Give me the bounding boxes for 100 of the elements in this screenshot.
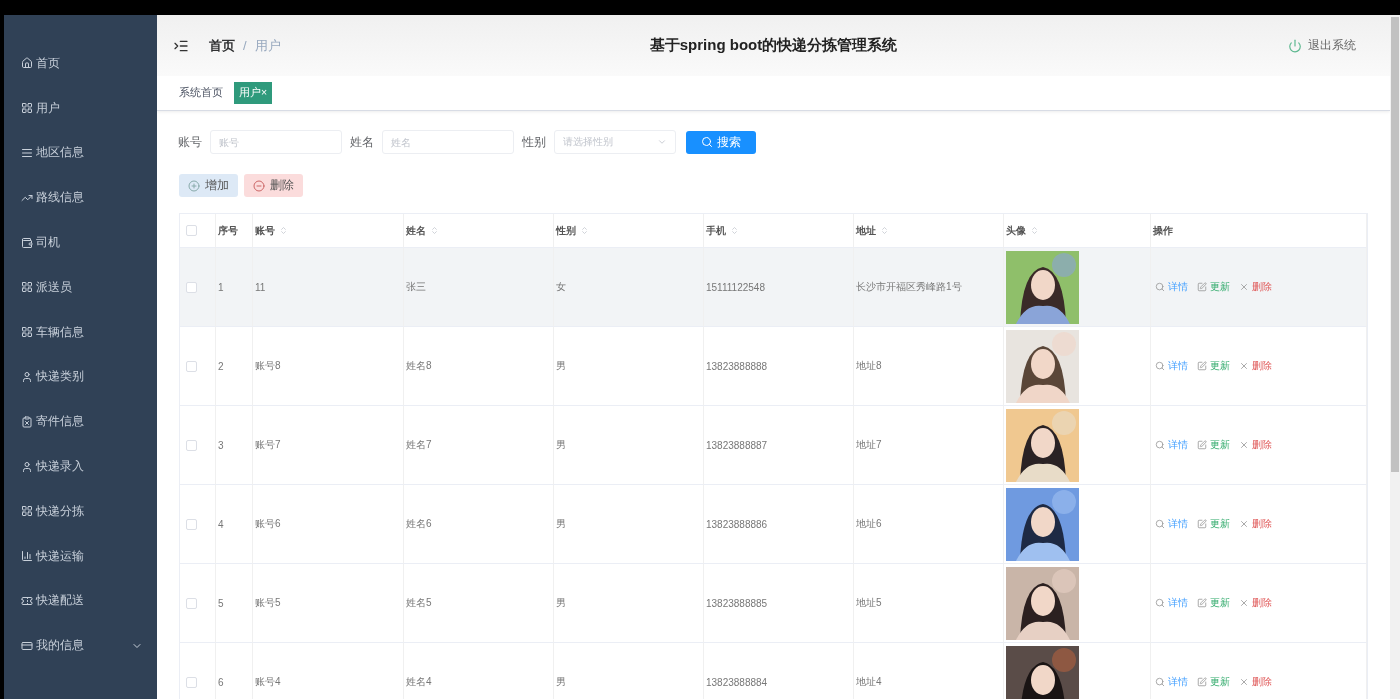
search-icon bbox=[1155, 519, 1165, 529]
table-cell: 男 bbox=[556, 359, 566, 373]
table-row[interactable]: 3 账号7 姓名7 男 13823888887 地址7 详情 更新 删除 bbox=[180, 406, 1367, 485]
close-icon bbox=[1239, 677, 1249, 687]
table-cell: 姓名5 bbox=[406, 596, 432, 610]
sort-icon[interactable] bbox=[730, 226, 739, 235]
search-icon bbox=[701, 136, 713, 148]
edit-icon bbox=[1197, 598, 1207, 608]
table-cell: 张三 bbox=[406, 280, 426, 294]
table-cell: 15111122548 bbox=[706, 281, 765, 293]
grid-icon bbox=[21, 326, 33, 339]
sidebar-item[interactable]: 首页 bbox=[4, 41, 157, 86]
table-cell: 2 bbox=[218, 360, 224, 372]
home-icon bbox=[21, 57, 33, 70]
sidebar-item[interactable]: 我的信息 bbox=[4, 623, 157, 669]
table-cell: 男 bbox=[556, 517, 566, 531]
table-cell: 姓名6 bbox=[406, 517, 432, 531]
sidebar-item[interactable]: 快递配送 bbox=[4, 578, 157, 624]
update-link[interactable]: 更新 bbox=[1197, 280, 1230, 294]
delete-link[interactable]: 删除 bbox=[1239, 675, 1272, 689]
sidebar-item[interactable]: 快递运输 bbox=[4, 533, 157, 579]
list-icon bbox=[21, 147, 33, 159]
sidebar-item[interactable]: 用户 bbox=[4, 85, 157, 131]
update-link[interactable]: 更新 bbox=[1197, 675, 1230, 689]
tab[interactable]: 系统首页 bbox=[174, 82, 228, 104]
checkbox[interactable] bbox=[186, 518, 197, 530]
table-cell: 4 bbox=[218, 518, 224, 530]
sort-icon[interactable] bbox=[279, 226, 288, 235]
search-button[interactable]: 搜索 bbox=[686, 130, 756, 154]
grid-icon bbox=[21, 102, 33, 115]
checkbox[interactable] bbox=[186, 225, 197, 236]
checkbox[interactable] bbox=[186, 597, 197, 609]
sidebar-item[interactable]: 派送员 bbox=[4, 265, 157, 310]
delete-link[interactable]: 删除 bbox=[1239, 280, 1272, 294]
checkbox[interactable] bbox=[186, 281, 197, 293]
column-header: 操作 bbox=[1153, 223, 1173, 238]
sidebar-item[interactable]: 车辆信息 bbox=[4, 309, 157, 355]
table-cell: 男 bbox=[556, 596, 566, 610]
table-cell: 账号6 bbox=[255, 517, 281, 531]
detail-link[interactable]: 详情 bbox=[1155, 359, 1188, 373]
delete-link[interactable]: 删除 bbox=[1239, 359, 1272, 373]
table-row[interactable]: 5 账号5 姓名5 男 13823888885 地址5 详情 更新 删除 bbox=[180, 564, 1367, 643]
sidebar-item[interactable]: 快递类别 bbox=[4, 354, 157, 400]
table-cell: 账号4 bbox=[255, 675, 281, 689]
table-cell: 13823888885 bbox=[706, 597, 768, 609]
update-link[interactable]: 更新 bbox=[1197, 596, 1230, 610]
detail-link[interactable]: 详情 bbox=[1155, 596, 1188, 610]
field-label: 性别 bbox=[522, 133, 546, 151]
detail-link[interactable]: 详情 bbox=[1155, 438, 1188, 452]
update-link[interactable]: 更新 bbox=[1197, 438, 1230, 452]
update-link[interactable]: 更新 bbox=[1197, 517, 1230, 531]
table-cell: 姓名4 bbox=[406, 675, 432, 689]
search-icon bbox=[1155, 361, 1165, 371]
column-header: 姓名 bbox=[406, 223, 426, 238]
clipboard-icon bbox=[21, 415, 33, 428]
sidebar-item[interactable]: 快递录入 bbox=[4, 444, 157, 489]
sort-icon[interactable] bbox=[880, 226, 889, 235]
table-row[interactable]: 4 账号6 姓名6 男 13823888886 地址6 详情 更新 删除 bbox=[180, 485, 1367, 564]
sidebar-item[interactable]: 地区信息 bbox=[4, 130, 157, 176]
sort-icon[interactable] bbox=[430, 226, 439, 235]
delete-link[interactable]: 删除 bbox=[1239, 517, 1272, 531]
table-cell: 13823888888 bbox=[706, 360, 768, 372]
table-cell: 13823888884 bbox=[706, 676, 768, 688]
checkbox[interactable] bbox=[186, 439, 197, 451]
sidebar-item[interactable]: 寄件信息 bbox=[4, 399, 157, 445]
tab[interactable]: 用户× bbox=[234, 82, 273, 104]
sidebar-item[interactable]: 司机 bbox=[4, 220, 157, 265]
sidebar-item[interactable]: 快递分拣 bbox=[4, 488, 157, 534]
power-icon bbox=[1288, 38, 1302, 53]
table-cell: 男 bbox=[556, 675, 566, 689]
logout-button[interactable]: 退出系统 bbox=[1282, 36, 1362, 55]
table-cell: 11 bbox=[255, 281, 266, 293]
detail-link[interactable]: 详情 bbox=[1155, 675, 1188, 689]
checkbox[interactable] bbox=[186, 360, 197, 372]
breadcrumb-separator: / bbox=[243, 38, 247, 53]
delete-button[interactable]: 删除 bbox=[244, 174, 303, 197]
table-cell: 13823888886 bbox=[706, 518, 768, 530]
breadcrumb-current: 用户 bbox=[254, 36, 281, 55]
table-row[interactable]: 1 11 张三 女 15111122548 长沙市开福区秀峰路1号 详情 更新 删除 bbox=[180, 248, 1367, 327]
add-button[interactable]: 增加 bbox=[179, 174, 238, 197]
sort-icon[interactable] bbox=[1030, 226, 1039, 235]
sidebar-item[interactable]: 路线信息 bbox=[4, 175, 157, 221]
detail-link[interactable]: 详情 bbox=[1155, 280, 1188, 294]
sort-icon[interactable] bbox=[580, 226, 589, 235]
update-link[interactable]: 更新 bbox=[1197, 359, 1230, 373]
table-cell: 13823888887 bbox=[706, 439, 768, 451]
breadcrumb-link[interactable]: 首页 bbox=[209, 36, 235, 55]
app-title: 基于spring boot的快递分拣管理系统 bbox=[649, 36, 898, 53]
delete-link[interactable]: 删除 bbox=[1239, 438, 1272, 452]
field-label: 账号 bbox=[178, 133, 202, 151]
table-cell: 账号5 bbox=[255, 596, 281, 610]
scrollbar-thumb[interactable] bbox=[1391, 17, 1399, 472]
detail-link[interactable]: 详情 bbox=[1155, 517, 1188, 531]
card-icon bbox=[21, 639, 33, 652]
search-icon bbox=[1155, 282, 1165, 292]
delete-link[interactable]: 删除 bbox=[1239, 596, 1272, 610]
minus-icon bbox=[253, 179, 265, 192]
table-row[interactable]: 2 账号8 姓名8 男 13823888888 地址8 详情 更新 删除 bbox=[180, 327, 1367, 406]
checkbox[interactable] bbox=[186, 676, 197, 688]
chevron-icon bbox=[657, 137, 667, 147]
